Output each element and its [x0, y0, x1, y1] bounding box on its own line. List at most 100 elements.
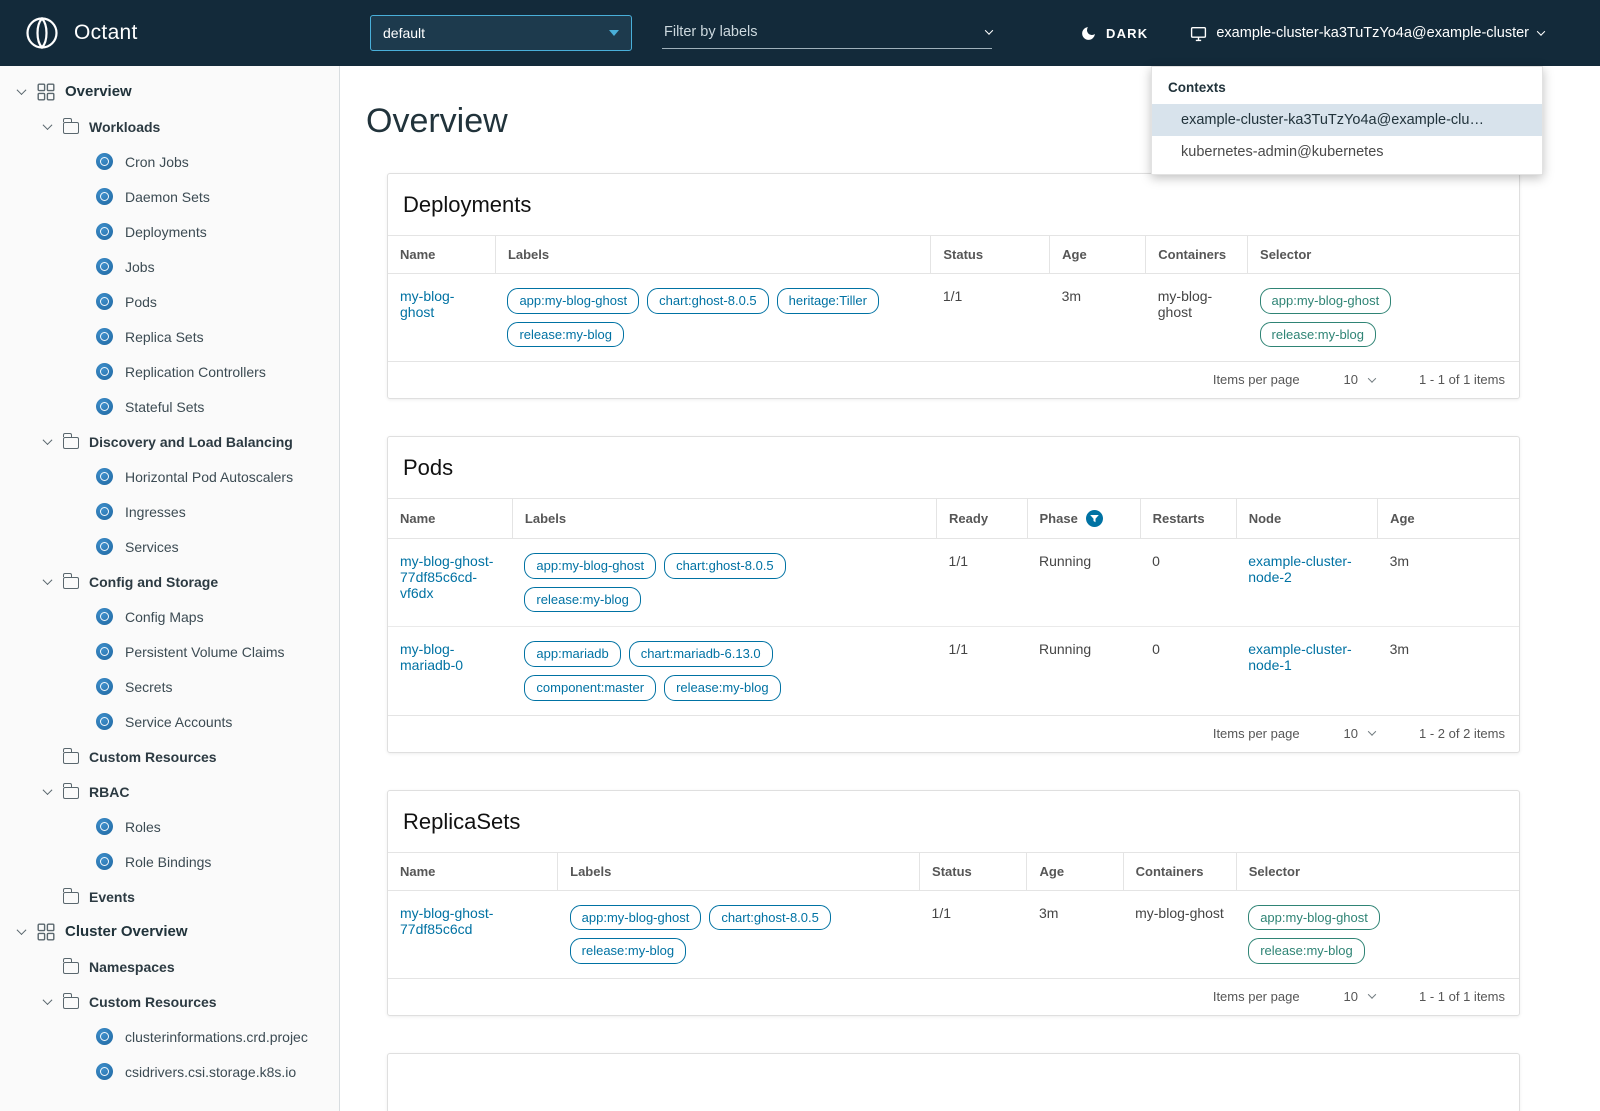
sidebar-item-deployments[interactable]: Deployments — [0, 214, 339, 249]
node-link[interactable]: example-cluster-node-2 — [1248, 553, 1351, 585]
column-header: Labels — [557, 851, 921, 891]
context-menu: Contexts example-cluster-ka3TuTzYo4a@exa… — [1151, 66, 1543, 175]
ready-cell: 1/1 — [936, 626, 1027, 715]
context-switcher[interactable]: example-cluster-ka3TuTzYo4a@example-clus… — [1190, 25, 1546, 42]
page-size-value: 10 — [1343, 725, 1359, 741]
sidebar-item-events[interactable]: Events — [0, 879, 339, 914]
context-menu-item[interactable]: example-cluster-ka3TuTzYo4a@example-clu… — [1152, 104, 1542, 136]
sidebar-item-persistent-volume-claims[interactable]: Persistent Volume Claims — [0, 634, 339, 669]
roles-icon — [96, 818, 113, 835]
label-filter-field — [662, 17, 994, 49]
column-header: Selector — [1247, 235, 1519, 274]
filter-icon[interactable] — [1085, 510, 1103, 528]
chevron-down-icon[interactable] — [40, 575, 54, 586]
sidebar-item-clusterinformations[interactable]: clusterinformations.crd.projec — [0, 1019, 339, 1054]
folder-icon — [62, 573, 79, 589]
selectors-group: app:my-blog-ghost release:my-blog — [1259, 288, 1507, 348]
column-header: Status — [930, 235, 1051, 274]
label-pill: release:my-blog — [569, 938, 687, 964]
page-size-value: 10 — [1343, 372, 1359, 388]
sidebar-item-service-accounts[interactable]: Service Accounts — [0, 704, 339, 739]
card-title: ReplicaSets — [403, 808, 521, 834]
column-header: Node — [1236, 498, 1379, 540]
sidebar-item-services[interactable]: Services — [0, 529, 339, 564]
theme-toggle-button[interactable]: DARK — [1080, 25, 1148, 42]
restarts-cell: 0 — [1152, 553, 1160, 570]
services-icon — [96, 538, 113, 555]
service-accounts-icon — [96, 713, 113, 730]
sidebar-item-workloads[interactable]: Workloads — [0, 109, 339, 144]
age-cell: 3m — [1061, 288, 1082, 304]
chevron-down-icon[interactable] — [40, 995, 54, 1006]
chevron-down-icon[interactable] — [984, 25, 994, 35]
chevron-down-icon[interactable] — [14, 925, 28, 936]
chevron-down-icon — [1367, 990, 1377, 1000]
column-header: Restarts — [1140, 498, 1237, 540]
secrets-icon — [96, 678, 113, 695]
sidebar-item-roles[interactable]: Roles — [0, 809, 339, 844]
sidebar-item-role-bindings[interactable]: Role Bindings — [0, 844, 339, 879]
card-title: Deployments — [403, 192, 532, 217]
sidebar-item-rbac[interactable]: RBAC — [0, 774, 339, 809]
label-pill: chart:ghost-8.0.5 — [647, 288, 769, 314]
pod-name-link[interactable]: my-blog-ghost-77df85c6cd-vf6dx — [400, 553, 493, 601]
sidebar-item-custom-resources[interactable]: Custom Resources — [0, 739, 339, 774]
labels-group: app:mariadb chart:mariadb-6.13.0 compone… — [524, 641, 789, 701]
sidebar-item-overview[interactable]: Overview — [0, 74, 339, 109]
horizontal-pod-autoscalers-icon — [96, 468, 113, 485]
age-cell: 3m — [1389, 553, 1410, 570]
namespace-select[interactable]: default — [370, 15, 632, 51]
cron-jobs-icon — [96, 153, 113, 170]
label-filter-input[interactable] — [662, 17, 986, 46]
sidebar-item-config-maps[interactable]: Config Maps — [0, 599, 339, 634]
card-title: Pods — [403, 455, 454, 481]
jobs-icon — [96, 258, 113, 275]
chevron-down-icon[interactable] — [40, 120, 54, 131]
sidebar-item-replication-controllers[interactable]: Replication Controllers — [0, 354, 339, 389]
items-per-page-label: Items per page — [1212, 725, 1300, 741]
folder-icon — [62, 748, 79, 764]
page-size-select[interactable]: 10 — [1344, 989, 1377, 1004]
sidebar-item-cron-jobs[interactable]: Cron Jobs — [0, 144, 339, 179]
sidebar-item-daemon-sets[interactable]: Daemon Sets — [0, 179, 339, 214]
label-pill: component:master — [524, 674, 657, 701]
label-pill: release:my-blog — [524, 586, 641, 613]
sidebar-item-replica-sets[interactable]: Replica Sets — [0, 319, 339, 354]
label-pill: app:my-blog-ghost — [569, 904, 702, 931]
pagination-range: 1 - 2 of 2 items — [1419, 725, 1505, 741]
sidebar-item-jobs[interactable]: Jobs — [0, 249, 339, 284]
sidebar-item-config-and-storage[interactable]: Config and Storage — [0, 564, 339, 599]
replicaset-name-link[interactable]: my-blog-ghost-77df85c6cd — [400, 905, 493, 937]
pod-name-link[interactable]: my-blog-mariadb-0 — [400, 641, 463, 673]
replica-sets-icon — [96, 328, 113, 345]
sidebar-item-csidrivers[interactable]: csidrivers.csi.storage.k8s.io — [0, 1054, 339, 1089]
table-footer: Items per page 10 1 - 1 of 1 items — [388, 977, 1519, 1015]
cards-container: Deployments Name Labels Status Age Conta… — [387, 173, 1520, 1111]
chevron-down-icon[interactable] — [40, 785, 54, 796]
sidebar-item-cluster-overview[interactable]: Cluster Overview — [0, 914, 339, 949]
sidebar-item-cluster-custom-resources[interactable]: Custom Resources — [0, 984, 339, 1019]
folder-icon — [62, 993, 79, 1009]
sidebar-item-horizontal-pod-autoscalers[interactable]: Horizontal Pod Autoscalers — [0, 459, 339, 494]
sidebar-item-namespaces[interactable]: Namespaces — [0, 949, 339, 984]
page-size-select[interactable]: 10 — [1343, 372, 1377, 388]
phase-cell: Running — [1039, 553, 1092, 570]
label-pill: heritage:Tiller — [776, 288, 879, 314]
pods-table: Name Labels Ready Phase Restarts Node Ag… — [388, 498, 1519, 715]
column-header: Age — [1377, 498, 1519, 540]
sidebar-item-stateful-sets[interactable]: Stateful Sets — [0, 389, 339, 424]
chevron-down-icon — [1367, 374, 1377, 383]
sidebar-item-secrets[interactable]: Secrets — [0, 669, 339, 704]
context-menu-item[interactable]: kubernetes-admin@kubernetes — [1152, 136, 1542, 168]
deployment-name-link[interactable]: my-blog-ghost — [400, 288, 454, 320]
moon-icon — [1080, 25, 1097, 42]
sidebar-item-ingresses[interactable]: Ingresses — [0, 494, 339, 529]
overview-icon — [37, 83, 55, 101]
sidebar-item-pods[interactable]: Pods — [0, 284, 339, 319]
chevron-down-icon[interactable] — [40, 435, 54, 446]
sidebar-item-discovery-and-load-balancing[interactable]: Discovery and Load Balancing — [0, 424, 339, 459]
ready-cell: 1/1 — [948, 553, 968, 570]
chevron-down-icon[interactable] — [14, 85, 28, 96]
page-size-select[interactable]: 10 — [1343, 725, 1377, 741]
node-link[interactable]: example-cluster-node-1 — [1248, 641, 1351, 673]
